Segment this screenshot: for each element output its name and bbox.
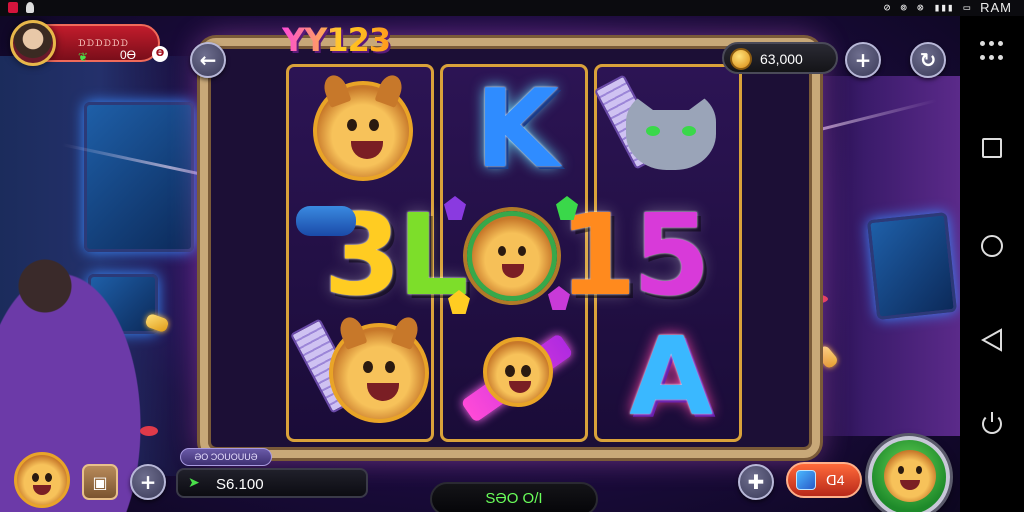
letter-k-symbol: K bbox=[453, 75, 581, 185]
leaf-icon: ❦ bbox=[78, 50, 89, 64]
big-win-digit: 5 bbox=[632, 191, 711, 321]
back-nav-button[interactable] bbox=[980, 328, 1004, 352]
bet-label: ƏO ƆOUOUUƏ bbox=[180, 448, 272, 466]
alarm-icon: ⊗ bbox=[916, 1, 924, 14]
notification-icon bbox=[8, 2, 18, 13]
box-icon: ▣ bbox=[92, 472, 108, 492]
refresh-icon: ↻ bbox=[919, 48, 937, 72]
power-button[interactable] bbox=[980, 412, 1004, 436]
ram-label: RAM bbox=[980, 0, 1012, 15]
coin-balance-value: 63,000 bbox=[760, 51, 803, 67]
card-icon bbox=[796, 470, 816, 490]
menu-dots-icon[interactable] bbox=[980, 38, 1003, 62]
circle-icon bbox=[981, 235, 1003, 257]
arrow-icon: ➤ bbox=[188, 475, 200, 491]
dog-face-icon bbox=[884, 450, 936, 502]
home-button[interactable] bbox=[980, 234, 1004, 258]
arrow-left-icon: ← bbox=[199, 48, 217, 72]
power-icon bbox=[982, 412, 1002, 434]
triangle-back-icon bbox=[981, 328, 1002, 352]
dog-face-icon bbox=[313, 72, 413, 181]
puzzle-button[interactable]: ✚ bbox=[738, 464, 774, 500]
background-arcade-screen bbox=[866, 212, 958, 320]
game-screen[interactable]: K A 3 1 L bbox=[0, 16, 960, 512]
background-monitor bbox=[84, 102, 194, 252]
status-bar: ⊘ ⊚ ⊗ ▮▮▮ ▭ RAM bbox=[0, 0, 1024, 16]
auto-spin-button[interactable]: ᗡ4 bbox=[786, 462, 862, 498]
square-icon bbox=[982, 138, 1002, 158]
add-bet-button[interactable]: + bbox=[130, 464, 166, 500]
dog-slash-symbol bbox=[453, 323, 581, 433]
refresh-button[interactable]: ↻ bbox=[910, 42, 946, 78]
cat-mask-icon bbox=[626, 90, 716, 170]
reel-frame: K A 3 1 L bbox=[200, 38, 820, 458]
letter-a: A bbox=[629, 315, 713, 440]
cat-mask-symbol bbox=[593, 74, 735, 185]
coin-balance: 63,000 bbox=[722, 42, 838, 74]
add-coins-button[interactable]: + bbox=[845, 42, 881, 78]
back-button[interactable]: ← bbox=[190, 42, 226, 78]
cap-icon bbox=[296, 206, 356, 236]
letter-k: K bbox=[475, 67, 559, 192]
navigation-bar bbox=[960, 16, 1024, 512]
red-gem bbox=[140, 426, 158, 436]
signal-icon: ⊘ bbox=[883, 1, 891, 14]
status-bar-left bbox=[8, 2, 34, 13]
sun-dog-symbol bbox=[309, 72, 417, 185]
auto-spin-value: ᗡ4 bbox=[826, 472, 845, 488]
bet-box[interactable]: ➤ S6.100 bbox=[176, 468, 368, 498]
bars-icon: ▮▮▮ bbox=[933, 1, 954, 14]
recents-button[interactable] bbox=[980, 136, 1004, 160]
spin-button[interactable] bbox=[868, 436, 950, 512]
win-display: SƏO O/I bbox=[430, 482, 598, 512]
letter-a-symbol: A bbox=[607, 323, 735, 433]
bet-value: S6.100 bbox=[216, 476, 264, 493]
dog-face-icon bbox=[483, 337, 553, 407]
player-value: 0Ɵ bbox=[120, 48, 137, 62]
puzzle-icon: ✚ bbox=[747, 470, 765, 494]
coin-icon bbox=[730, 48, 752, 70]
player-avatar[interactable] bbox=[10, 20, 56, 66]
dog-ticket-symbol bbox=[289, 314, 429, 427]
status-bar-right: ⊘ ⊚ ⊗ ▮▮▮ ▭ RAM bbox=[884, 0, 1012, 15]
plus-icon: + bbox=[139, 470, 157, 494]
battery-icon: ▭ bbox=[963, 1, 971, 14]
dog-face-icon bbox=[329, 314, 429, 423]
dog-medallion-icon bbox=[466, 211, 557, 301]
mascot-button[interactable] bbox=[14, 452, 70, 508]
shop-box-button[interactable]: ▣ bbox=[82, 464, 118, 500]
player-badge: Ɵ bbox=[152, 46, 168, 62]
plus-icon: + bbox=[854, 48, 872, 72]
game-logo: YY123 bbox=[282, 21, 391, 59]
sync-icon: ⊚ bbox=[900, 1, 907, 14]
shield-icon bbox=[26, 2, 34, 13]
